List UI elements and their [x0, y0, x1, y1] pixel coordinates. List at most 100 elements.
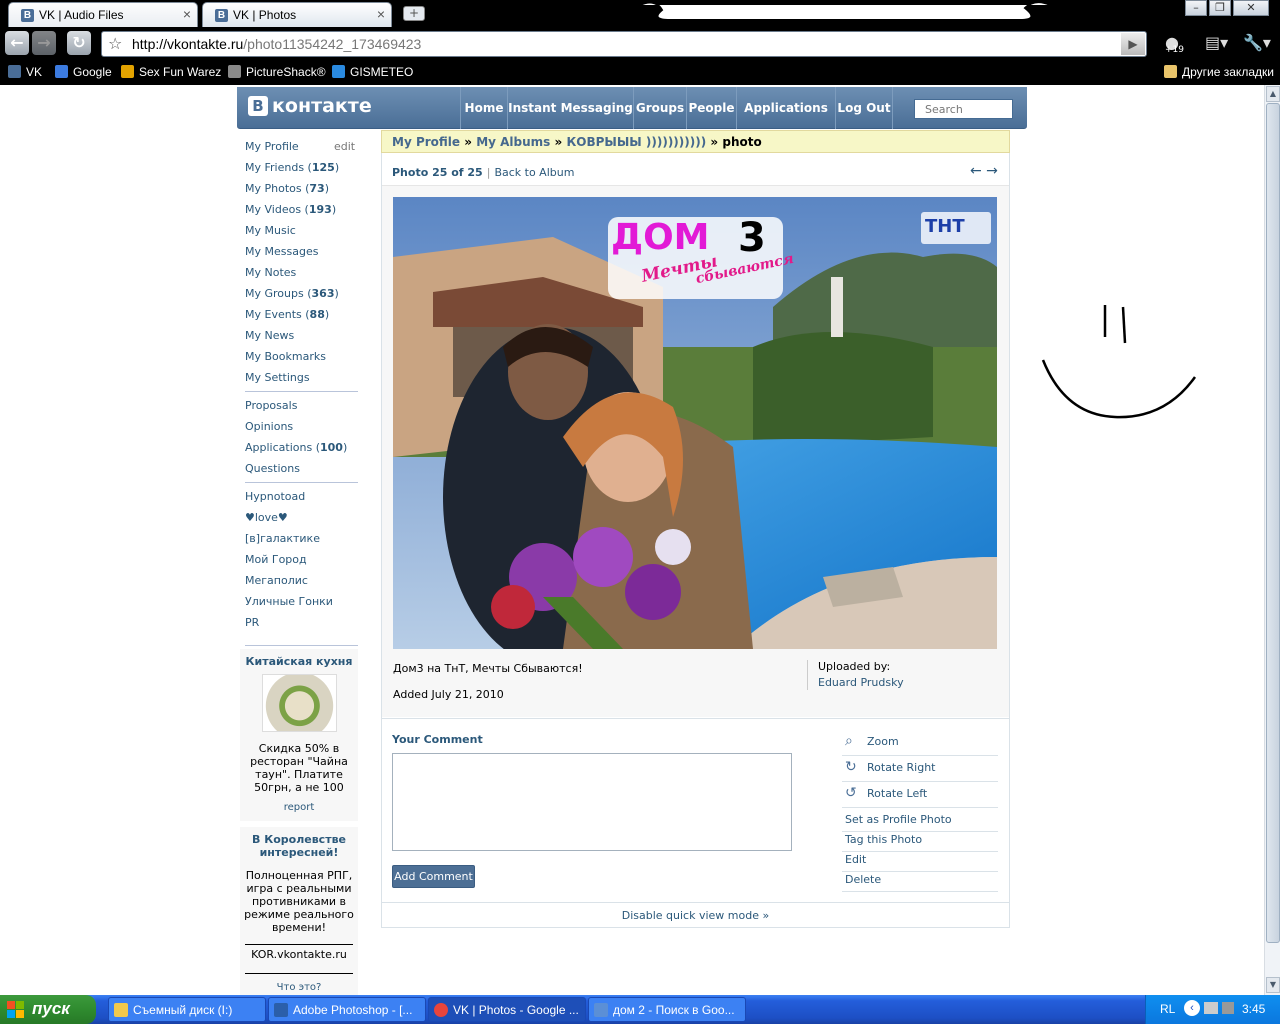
ie-icon: [594, 1003, 608, 1017]
menu-my-videos[interactable]: My Videos (193): [245, 203, 336, 216]
ad-text: Полноценная РПГ, игра с реальными против…: [244, 869, 354, 934]
minimize-window-button[interactable]: –: [1185, 0, 1207, 16]
scroll-up-icon[interactable]: ▲: [1266, 86, 1280, 102]
photo-overlay-number: 3: [738, 215, 766, 261]
nav-home[interactable]: Home: [460, 87, 507, 129]
task-removable-disk[interactable]: Съемный диск (I:): [108, 997, 266, 1022]
tray-app-icon[interactable]: [1204, 1002, 1218, 1014]
breadcrumb-my-profile[interactable]: My Profile: [392, 135, 460, 149]
comment-textarea[interactable]: [392, 753, 792, 851]
address-bar[interactable]: http://vkontakte.ru/photo11354242_173469…: [101, 31, 1147, 57]
menu-app-my-city[interactable]: Мой Город: [245, 553, 307, 566]
vk-logo[interactable]: Bконтакте: [248, 95, 372, 117]
site-icon: [121, 65, 134, 78]
bookmark-pictureshack[interactable]: PictureShack®: [228, 65, 326, 79]
nav-applications[interactable]: Applications: [736, 87, 835, 129]
forward-button[interactable]: →: [32, 31, 56, 55]
task-dom2-search[interactable]: дом 2 - Поиск в Goo...: [588, 997, 746, 1022]
start-button[interactable]: пуск: [0, 995, 96, 1024]
bookmark-google[interactable]: Google: [55, 65, 112, 79]
bookmark-gismeteo[interactable]: GISMETEO: [332, 65, 413, 79]
task-photoshop[interactable]: Adobe Photoshop - [...: [268, 997, 426, 1022]
action-edit[interactable]: Edit: [842, 853, 998, 872]
bookmark-vk[interactable]: VK: [8, 65, 42, 79]
menu-app-megapolis[interactable]: Мегаполис: [245, 574, 308, 587]
close-tab-icon[interactable]: ×: [183, 6, 191, 22]
ad-link[interactable]: KOR.vkontakte.ru: [245, 944, 353, 974]
smiley-drawing-icon: [1041, 305, 1197, 419]
nav-instant-messaging[interactable]: Instant Messaging: [507, 87, 633, 129]
menu-app-pr[interactable]: PR: [245, 616, 259, 629]
profile-edit-link[interactable]: edit: [334, 140, 355, 153]
close-window-button[interactable]: ✕: [1233, 0, 1269, 16]
back-button[interactable]: ←: [5, 31, 29, 55]
action-rotate-right[interactable]: ↻ Rotate Right: [842, 759, 998, 782]
windows-logo-icon: [7, 1001, 24, 1018]
scrollbar-thumb[interactable]: [1266, 103, 1280, 943]
nav-groups[interactable]: Groups: [633, 87, 686, 129]
go-button[interactable]: ▶: [1121, 33, 1145, 55]
menu-app-street-racing[interactable]: Уличные Гонки: [245, 595, 333, 608]
magnifier-icon: ⌕: [845, 733, 853, 749]
photo-prev-next-arrows[interactable]: ← →: [970, 163, 998, 179]
add-comment-button[interactable]: Add Comment: [392, 865, 475, 888]
menu-my-friends[interactable]: My Friends (125): [245, 161, 339, 174]
menu-app-hypnotoad[interactable]: Hypnotoad: [245, 490, 305, 503]
menu-my-music[interactable]: My Music: [245, 224, 296, 237]
tray-expand-icon[interactable]: ‹: [1184, 1000, 1200, 1016]
action-rotate-left[interactable]: ↺ Rotate Left: [842, 785, 998, 808]
menu-my-photos[interactable]: My Photos (73): [245, 182, 329, 195]
tab-audio-files[interactable]: B VK | Audio Files ×: [8, 2, 198, 27]
ad-block-kingdom[interactable]: В Королевстве интересней! Полноценная РП…: [240, 827, 358, 995]
bookmark-sex-fun-warez[interactable]: Sex Fun Warez: [121, 65, 221, 79]
ad-what-is-this[interactable]: Что это?: [240, 982, 358, 993]
menu-my-settings[interactable]: My Settings: [245, 371, 310, 384]
page-scrollbar[interactable]: ▲ ▼: [1264, 85, 1280, 995]
menu-applications[interactable]: Applications (100): [245, 441, 347, 454]
wrench-menu-icon[interactable]: 🔧▾: [1243, 33, 1271, 52]
action-set-profile-photo[interactable]: Set as Profile Photo: [842, 813, 998, 832]
search-input[interactable]: Search: [914, 99, 1013, 119]
menu-my-events[interactable]: My Events (88): [245, 308, 329, 321]
nav-log-out[interactable]: Log Out: [835, 87, 893, 129]
back-to-album-link[interactable]: Back to Album: [494, 166, 574, 179]
menu-my-groups[interactable]: My Groups (363): [245, 287, 339, 300]
action-zoom[interactable]: ⌕ Zoom: [842, 733, 998, 756]
extension-icon[interactable]: ● +19: [1165, 33, 1184, 55]
menu-my-notes[interactable]: My Notes: [245, 266, 296, 279]
menu-divider: [245, 391, 358, 392]
reload-button[interactable]: ↻: [67, 31, 91, 55]
bookmark-star-icon[interactable]: ☆: [108, 34, 122, 53]
maximize-window-button[interactable]: ❐: [1209, 0, 1231, 16]
menu-questions[interactable]: Questions: [245, 462, 300, 475]
menu-my-profile[interactable]: My Profile: [245, 140, 299, 153]
action-tag-photo[interactable]: Tag this Photo: [842, 833, 998, 852]
action-delete[interactable]: Delete: [842, 873, 998, 892]
nav-people[interactable]: People: [686, 87, 736, 129]
close-tab-icon[interactable]: ×: [377, 6, 385, 22]
menu-app-love[interactable]: ♥love♥: [245, 511, 288, 524]
new-tab-button[interactable]: +: [403, 6, 425, 21]
disable-quick-view-link[interactable]: Disable quick view mode »: [382, 902, 1009, 928]
ad-report-link[interactable]: report: [240, 802, 358, 813]
menu-my-news[interactable]: My News: [245, 329, 294, 342]
breadcrumb-album[interactable]: КОВРЫЫЫ ))))))))))): [566, 135, 706, 149]
scroll-down-icon[interactable]: ▼: [1266, 977, 1280, 993]
tab-photos[interactable]: B VK | Photos ×: [202, 2, 392, 27]
breadcrumb-my-albums[interactable]: My Albums: [476, 135, 550, 149]
language-indicator[interactable]: RL: [1160, 1002, 1175, 1016]
photo-area: ДОМ 3 Мечты сбываются ТНТ Дом3 на ТнТ, М…: [382, 185, 1009, 717]
volume-icon[interactable]: [1222, 1002, 1234, 1014]
menu-app-galaxy[interactable]: [в]галактике: [245, 532, 320, 545]
tab-label: VK | Photos: [233, 8, 297, 22]
task-vk-photos-chrome[interactable]: VK | Photos - Google ...: [428, 997, 586, 1022]
other-bookmarks[interactable]: Другие закладки: [1164, 65, 1274, 79]
photo-image[interactable]: ДОМ 3 Мечты сбываются ТНТ: [393, 197, 997, 649]
page-menu-icon[interactable]: ▤▾: [1205, 33, 1228, 52]
menu-opinions[interactable]: Opinions: [245, 420, 293, 433]
menu-my-messages[interactable]: My Messages: [245, 245, 318, 258]
ad-block-chinese-food[interactable]: Китайская кухня Скидка 50% в ресторан "Ч…: [240, 649, 358, 821]
uploader-link[interactable]: Eduard Prudsky: [818, 676, 904, 689]
menu-proposals[interactable]: Proposals: [245, 399, 297, 412]
menu-my-bookmarks[interactable]: My Bookmarks: [245, 350, 326, 363]
